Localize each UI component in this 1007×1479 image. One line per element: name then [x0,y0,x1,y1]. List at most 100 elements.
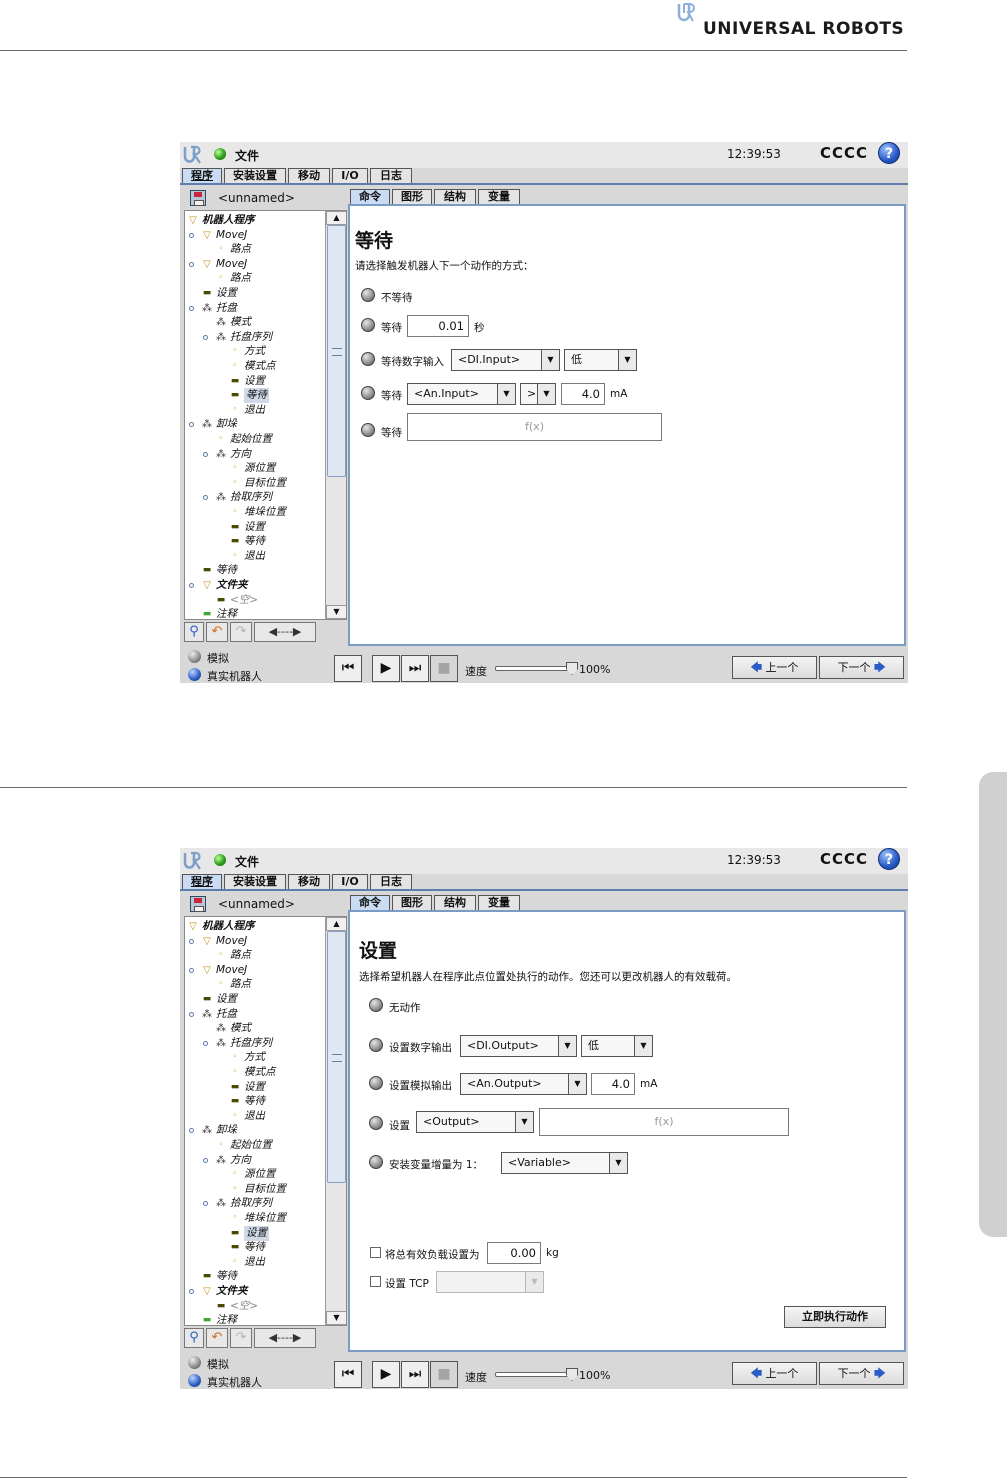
tree-node[interactable]: ▬ 等待 [185,534,323,549]
scroll-down-icon[interactable]: ▼ [326,1311,346,1325]
payload-checkbox[interactable] [370,1247,381,1258]
search-icon[interactable]: ⚲ [184,1328,204,1348]
tree-node[interactable]: ▬ 设置 [185,520,323,535]
tree-node[interactable]: ◦ 退出 [185,1109,323,1124]
tree-node[interactable]: ▬ 设置 [185,992,323,1007]
tab-command[interactable]: 命令 [350,895,390,911]
search-icon[interactable]: ⚲ [184,622,204,642]
wait-expression-field[interactable]: f(x) [407,413,662,441]
stop-button[interactable]: ■ [430,655,458,682]
tree-node[interactable]: ◦ 堆垛位置 [185,1211,323,1226]
tree-node[interactable]: ◦ 模式点 [185,1065,323,1080]
expand-toggle-icon[interactable] [189,261,194,267]
tree-node[interactable]: ◦ 源位置 [185,461,323,476]
tree-node[interactable]: ◦ 路点 [185,948,323,963]
tree-node[interactable]: ⁂ 托盘 [185,301,323,316]
tree-node[interactable]: ⁂ 托盘 [185,1007,323,1022]
tree-node[interactable]: ▬ 设置 [185,1225,323,1241]
tab-move[interactable]: 移动 [288,168,330,184]
tree-node[interactable]: ◦ 目标位置 [185,476,323,491]
tree-node[interactable]: ▬ 等待 [185,1269,323,1284]
help-icon[interactable]: ? [878,848,900,870]
tab-variables[interactable]: 变量 [478,189,520,205]
speed-slider-knob[interactable] [566,1368,578,1381]
expand-toggle-icon[interactable] [189,938,194,944]
program-tree[interactable]: ▲ ▼ ▽ 机器人程序 ▽ MoveJ ◦ 路点 ▽ MoveJ ◦ 路点 ▬ 设置 ⁂ 托盘 ⁂ 模式 ⁂ 托盘… [184,210,347,620]
tcp-select[interactable]: ▼ [436,1271,544,1293]
file-menu[interactable]: 文件 [235,853,259,870]
tree-scrollbar[interactable]: ▲ ▼ [325,211,346,619]
expand-toggle-icon[interactable] [203,334,208,340]
tab-program[interactable]: 程序 [182,168,222,184]
simulation-radio-icon[interactable] [188,1356,201,1369]
analog-output-select[interactable]: <An.Output> ▼ [460,1073,587,1095]
tree-node[interactable]: ▬ 设置 [185,1080,323,1095]
tab-log[interactable]: 日志 [370,874,412,890]
no-wait-radio[interactable] [361,288,375,302]
expand-toggle-icon[interactable] [189,232,194,238]
scroll-thumb[interactable] [327,225,346,477]
tab-installation[interactable]: 安装设置 [224,874,286,890]
scroll-thumb[interactable] [327,931,346,1183]
tree-node[interactable]: ▬ <空> [185,1299,323,1314]
help-icon[interactable]: ? [878,142,900,164]
tree-node[interactable]: ◦ 目标位置 [185,1182,323,1197]
wait-digital-radio[interactable] [361,352,375,366]
tree-node[interactable]: ▬ 等待 [185,1094,323,1109]
tree-node[interactable]: ▬ 注释 [185,1313,323,1325]
tree-node[interactable]: ◦ 起始位置 [185,1138,323,1153]
expand-toggle-icon[interactable] [189,1289,194,1294]
expression-output-select[interactable]: <Output> ▼ [416,1111,534,1133]
rewind-button[interactable]: ⏮ [334,655,362,682]
step-button[interactable]: ⏭ [401,655,429,682]
speed-slider[interactable] [495,662,578,675]
tree-node[interactable]: ▽ 文件夹 [185,578,323,593]
digital-input-select[interactable]: <DI.Input> ▼ [451,349,560,371]
scroll-down-icon[interactable]: ▼ [326,605,346,619]
redo-icon[interactable]: ↷ [230,622,252,642]
tree-node[interactable]: ▽ MoveJ [185,934,323,949]
set-expression-field[interactable]: f(x) [539,1108,789,1136]
tree-node[interactable]: ▬ 等待 [185,388,323,404]
move-node-button[interactable]: ◀----▶ [254,1328,316,1348]
wait-analog-radio[interactable] [361,386,375,400]
tree-node[interactable]: ▽ MoveJ [185,257,323,272]
real-robot-radio-icon[interactable] [188,668,201,681]
wait-time-radio[interactable] [361,318,375,332]
simulation-radio-icon[interactable] [188,650,201,663]
tree-node[interactable]: ▬ 等待 [185,563,323,578]
undo-icon[interactable]: ↶ [206,1328,228,1348]
execute-now-button[interactable]: 立即执行动作 [784,1306,886,1328]
tree-node[interactable]: ◦ 退出 [185,1255,323,1270]
step-button[interactable]: ⏭ [401,1361,429,1388]
tab-program[interactable]: 程序 [182,874,222,890]
payload-field[interactable]: 0.00 [487,1242,541,1264]
digital-level-select[interactable]: 低 ▼ [564,349,637,371]
expand-toggle-icon[interactable] [189,583,194,588]
tab-installation[interactable]: 安装设置 [224,168,286,184]
analog-value-field[interactable]: 4.0 [591,1073,635,1095]
tree-node[interactable]: ◦ 方式 [185,1050,323,1065]
program-tree[interactable]: ▲ ▼ ▽ 机器人程序 ▽ MoveJ ◦ 路点 ▽ MoveJ ◦ 路点 ▬ 设置 ⁂ 托盘 ⁂ 模式 ⁂ 托盘… [184,916,347,1326]
scroll-up-icon[interactable]: ▲ [326,211,346,225]
real-robot-radio-icon[interactable] [188,1374,201,1387]
previous-button[interactable]: 🡄 上一个 [732,1362,817,1385]
tree-node[interactable]: ◦ 路点 [185,271,323,286]
tree-node[interactable]: ◦ 路点 [185,977,323,992]
tree-node[interactable]: ◦ 起始位置 [185,432,323,447]
expand-toggle-icon[interactable] [203,451,208,457]
move-node-button[interactable]: ◀----▶ [254,622,316,642]
tree-node[interactable]: ▽ 机器人程序 [185,919,323,934]
play-button[interactable]: ▶ [372,655,400,682]
file-menu[interactable]: 文件 [235,147,259,164]
expand-toggle-icon[interactable] [189,967,194,973]
tree-node[interactable]: ◦ 退出 [185,403,323,418]
tree-node[interactable]: ◦ 堆垛位置 [185,505,323,520]
tree-node[interactable]: ⁂ 卸垛 [185,417,323,432]
tree-node[interactable]: ⁂ 模式 [185,315,323,330]
redo-icon[interactable]: ↷ [230,1328,252,1348]
tree-node[interactable]: ▽ 文件夹 [185,1284,323,1299]
expand-toggle-icon[interactable] [203,1157,208,1163]
tree-node[interactable]: ◦ 路点 [185,242,323,257]
tab-io[interactable]: I/O [332,168,368,184]
